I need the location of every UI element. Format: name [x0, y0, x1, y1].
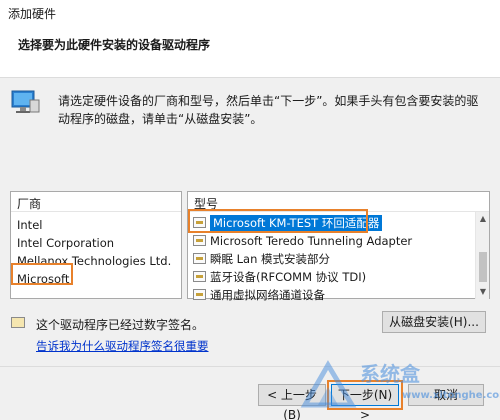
back-button[interactable]: < 上一步(B) — [258, 384, 326, 420]
list-item[interactable]: 蓝牙设备(RFCOMM 协议 TDI) — [188, 268, 489, 286]
driver-icon — [193, 289, 206, 300]
signature-status: 这个驱动程序已经过数字签名。 — [36, 318, 205, 332]
model-scrollbar[interactable]: ▲ ▼ — [475, 212, 489, 299]
model-item-label: Microsoft Teredo Tunneling Adapter — [210, 234, 413, 248]
have-disk-button[interactable]: 从磁盘安装(H)... — [382, 311, 486, 333]
scroll-thumb[interactable] — [479, 252, 487, 282]
driver-icon — [193, 253, 206, 264]
driver-icon — [193, 235, 206, 246]
signed-driver-icon — [11, 317, 25, 328]
model-selection-highlight — [188, 209, 368, 233]
next-button-highlight — [327, 380, 403, 410]
window-title: 添加硬件 — [0, 0, 500, 22]
list-item[interactable]: 瞬眠 Lan 模式安装部分 — [188, 250, 489, 268]
instruction-text: 请选定硬件设备的厂商和型号，然后单击“下一步”。如果手头有包含要安装的驱动程序的… — [58, 94, 479, 126]
divider — [0, 366, 500, 367]
list-item[interactable]: 通用虚拟网络通道设备 — [188, 286, 489, 304]
page-title: 选择要为此硬件安装的设备驱动程序 — [18, 38, 211, 52]
scroll-down-icon[interactable]: ▼ — [478, 287, 488, 297]
cancel-button[interactable]: 取消 — [408, 384, 484, 406]
signature-info-link[interactable]: 告诉我为什么驱动程序签名很重要 — [36, 338, 209, 354]
model-item-label: 蓝牙设备(RFCOMM 协议 TDI) — [210, 270, 367, 284]
list-item[interactable]: Intel Corporation — [11, 234, 181, 252]
model-item-label: 通用虚拟网络通道设备 — [210, 288, 325, 302]
list-item[interactable]: Microsoft Teredo Tunneling Adapter — [188, 232, 489, 250]
scroll-up-icon[interactable]: ▲ — [478, 214, 488, 224]
model-list[interactable]: 型号 Microsoft KM-TEST 环回适配器 Microsoft Ter… — [187, 191, 490, 302]
wizard-header: 选择要为此硬件安装的设备驱动程序 — [0, 22, 500, 78]
hardware-monitor-icon — [11, 90, 40, 113]
driver-icon — [193, 271, 206, 282]
model-item-label: 瞬眠 Lan 模式安装部分 — [210, 252, 331, 266]
manufacturer-header: 厂商 — [11, 192, 181, 212]
manufacturer-selection-highlight — [11, 263, 73, 285]
list-item[interactable]: Intel — [11, 216, 181, 234]
